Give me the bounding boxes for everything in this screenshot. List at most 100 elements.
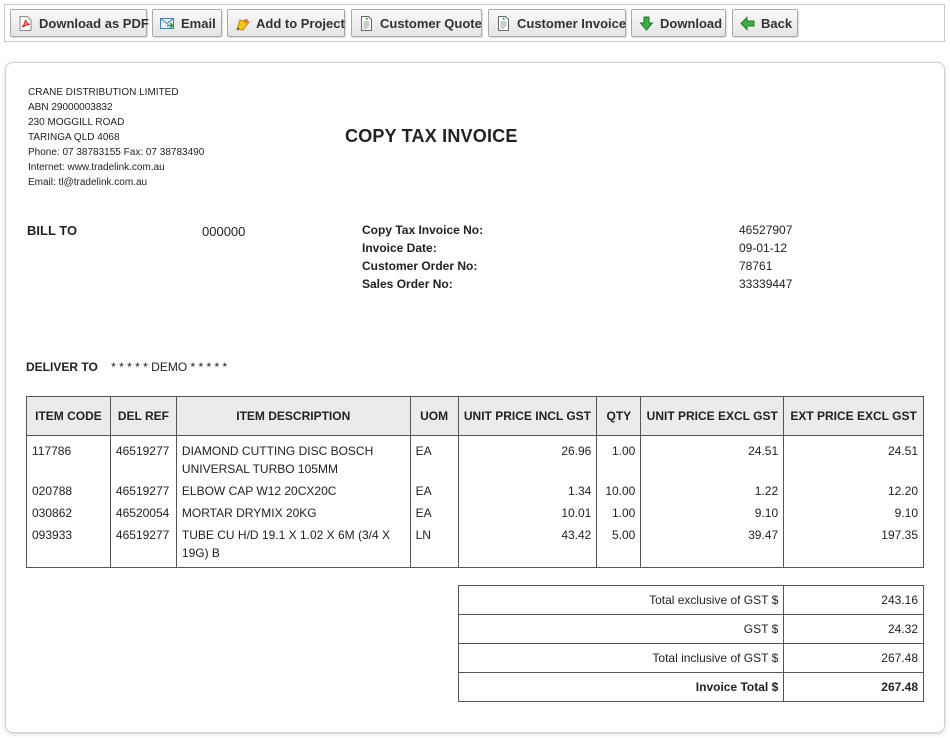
column-header: UNIT PRICE INCL GST bbox=[457, 396, 598, 436]
add-to-project-icon bbox=[235, 16, 250, 31]
company-address-line2: TARINGA QLD 4068 bbox=[28, 132, 120, 143]
table-row: 020788 46519277 ELBOW CAP W12 20CX20C EA… bbox=[26, 478, 924, 500]
customer-quote-label: Customer Quote bbox=[380, 15, 482, 31]
document-icon bbox=[496, 16, 511, 31]
qty: 1.00 bbox=[596, 500, 642, 522]
back-label: Back bbox=[761, 15, 793, 31]
customer-quote-button[interactable]: Customer Quote bbox=[351, 9, 482, 37]
green-down-arrow-icon bbox=[639, 16, 654, 31]
invoice-number-label: Copy Tax Invoice No: bbox=[362, 223, 484, 237]
document-icon bbox=[359, 16, 374, 31]
column-header: ITEM CODE bbox=[26, 396, 111, 436]
del-ref: 46519277 bbox=[109, 435, 177, 478]
item-code: 093933 bbox=[26, 522, 111, 568]
company-abn: ABN 29000003832 bbox=[28, 102, 113, 113]
customer-order-label: Customer Order No: bbox=[362, 259, 478, 273]
item-description: ELBOW CAP W12 20CX20C bbox=[175, 478, 411, 500]
add-to-project-label: Add to Project bbox=[256, 15, 345, 31]
email-label: Email bbox=[181, 15, 216, 31]
customer-order-value: 78761 bbox=[739, 259, 773, 273]
customer-invoice-button[interactable]: Customer Invoice bbox=[488, 9, 626, 37]
item-description: DIAMOND CUTTING DISC BOSCH UNIVERSAL TUR… bbox=[175, 435, 411, 478]
deliver-to-value: * * * * * DEMO * * * * * bbox=[111, 360, 228, 374]
uom: EA bbox=[409, 478, 459, 500]
unit-price-incl-gst: 26.96 bbox=[457, 435, 598, 478]
item-code: 020788 bbox=[26, 478, 111, 500]
bill-to-value: 000000 bbox=[202, 224, 246, 239]
total-value: 24.32 bbox=[783, 614, 924, 644]
unit-price-incl-gst: 10.01 bbox=[457, 500, 598, 522]
invoice-date-label: Invoice Date: bbox=[362, 241, 437, 255]
download-pdf-button[interactable]: Download as PDF bbox=[10, 9, 149, 37]
qty: 10.00 bbox=[596, 478, 642, 500]
ext-price-excl-gst: 24.51 bbox=[783, 435, 924, 478]
company-address-line1: 230 MOGGILL ROAD bbox=[28, 117, 125, 128]
unit-price-excl-gst: 24.51 bbox=[640, 435, 785, 478]
download-pdf-label: Download as PDF bbox=[39, 15, 149, 31]
invoice-number-value: 46527907 bbox=[739, 223, 793, 237]
invoice-meta-values: 46527907 09-01-12 78761 33339447 bbox=[739, 221, 792, 293]
total-value: 243.16 bbox=[783, 585, 924, 615]
column-header: DEL REF bbox=[109, 396, 177, 436]
company-name: CRANE DISTRIBUTION LIMITED bbox=[28, 87, 179, 98]
qty: 1.00 bbox=[596, 435, 642, 478]
document-title: COPY TAX INVOICE bbox=[345, 126, 518, 146]
ext-price-excl-gst: 197.35 bbox=[783, 522, 924, 568]
email-icon bbox=[160, 16, 175, 31]
column-header: UNIT PRICE EXCL GST bbox=[640, 396, 785, 436]
company-phone: Phone: 07 38783155 Fax: 07 38783490 bbox=[28, 147, 205, 158]
table-row: 117786 46519277 DIAMOND CUTTING DISC BOS… bbox=[26, 435, 924, 478]
items-table: ITEM CODE DEL REF ITEM DESCRIPTION UOM U… bbox=[26, 396, 924, 568]
item-description: MORTAR DRYMIX 20KG bbox=[175, 500, 411, 522]
sales-order-value: 33339447 bbox=[739, 277, 793, 291]
column-header: EXT PRICE EXCL GST bbox=[783, 396, 924, 436]
deliver-to-label: DELIVER TO bbox=[26, 360, 98, 374]
download-label: Download bbox=[660, 15, 723, 31]
del-ref: 46519277 bbox=[109, 522, 177, 568]
company-email: Email: tl@tradelink.com.au bbox=[28, 177, 148, 188]
company-internet: Internet: www.tradelink.com.au bbox=[28, 162, 165, 173]
ext-price-excl-gst: 12.20 bbox=[783, 478, 924, 500]
total-incl-gst-row: Total inclusive of GST $ 267.48 bbox=[457, 643, 924, 673]
uom: EA bbox=[409, 500, 459, 522]
deliver-to: DELIVER TO * * * * * DEMO * * * * * bbox=[26, 360, 227, 374]
pdf-icon bbox=[18, 16, 33, 31]
invoice-meta-labels: Copy Tax Invoice No: Invoice Date: Custo… bbox=[362, 221, 483, 293]
item-code: 030862 bbox=[26, 500, 111, 522]
download-button[interactable]: Download bbox=[631, 9, 726, 37]
del-ref: 46519277 bbox=[109, 478, 177, 500]
unit-price-incl-gst: 1.34 bbox=[457, 478, 598, 500]
toolbar: Download as PDF Email Add to Project Cus… bbox=[4, 4, 945, 42]
qty: 5.00 bbox=[596, 522, 642, 568]
customer-invoice-label: Customer Invoice bbox=[517, 15, 627, 31]
total-excl-gst-row: Total exclusive of GST $ 243.16 bbox=[457, 585, 924, 615]
total-label: GST $ bbox=[457, 614, 785, 644]
email-button[interactable]: Email bbox=[152, 9, 222, 37]
total-label: Total exclusive of GST $ bbox=[457, 585, 785, 615]
gst-row: GST $ 24.32 bbox=[457, 614, 924, 644]
unit-price-excl-gst: 1.22 bbox=[640, 478, 785, 500]
back-button[interactable]: Back bbox=[732, 9, 798, 37]
unit-price-excl-gst: 9.10 bbox=[640, 500, 785, 522]
total-label: Invoice Total $ bbox=[457, 672, 785, 702]
company-details: CRANE DISTRIBUTION LIMITED ABN 290000038… bbox=[28, 85, 204, 190]
green-left-arrow-icon bbox=[740, 16, 755, 31]
unit-price-excl-gst: 39.47 bbox=[640, 522, 785, 568]
total-label: Total inclusive of GST $ bbox=[457, 643, 785, 673]
invoice-total-row: Invoice Total $ 267.48 bbox=[457, 672, 924, 702]
table-row: 030862 46520054 MORTAR DRYMIX 20KG EA 10… bbox=[26, 500, 924, 522]
uom: LN bbox=[409, 522, 459, 568]
total-value: 267.48 bbox=[783, 643, 924, 673]
items-header-row: ITEM CODE DEL REF ITEM DESCRIPTION UOM U… bbox=[26, 396, 924, 436]
table-row: 093933 46519277 TUBE CU H/D 19.1 X 1.02 … bbox=[26, 522, 924, 568]
del-ref: 46520054 bbox=[109, 500, 177, 522]
unit-price-incl-gst: 43.42 bbox=[457, 522, 598, 568]
uom: EA bbox=[409, 435, 459, 478]
invoice-panel: CRANE DISTRIBUTION LIMITED ABN 290000038… bbox=[5, 62, 945, 733]
ext-price-excl-gst: 9.10 bbox=[783, 500, 924, 522]
add-to-project-button[interactable]: Add to Project bbox=[227, 9, 345, 37]
item-description: TUBE CU H/D 19.1 X 1.02 X 6M (3/4 X 19G)… bbox=[175, 522, 411, 568]
column-header: ITEM DESCRIPTION bbox=[175, 396, 411, 436]
invoice-date-value: 09-01-12 bbox=[739, 241, 788, 255]
totals-table: Total exclusive of GST $ 243.16 GST $ 24… bbox=[457, 585, 924, 702]
